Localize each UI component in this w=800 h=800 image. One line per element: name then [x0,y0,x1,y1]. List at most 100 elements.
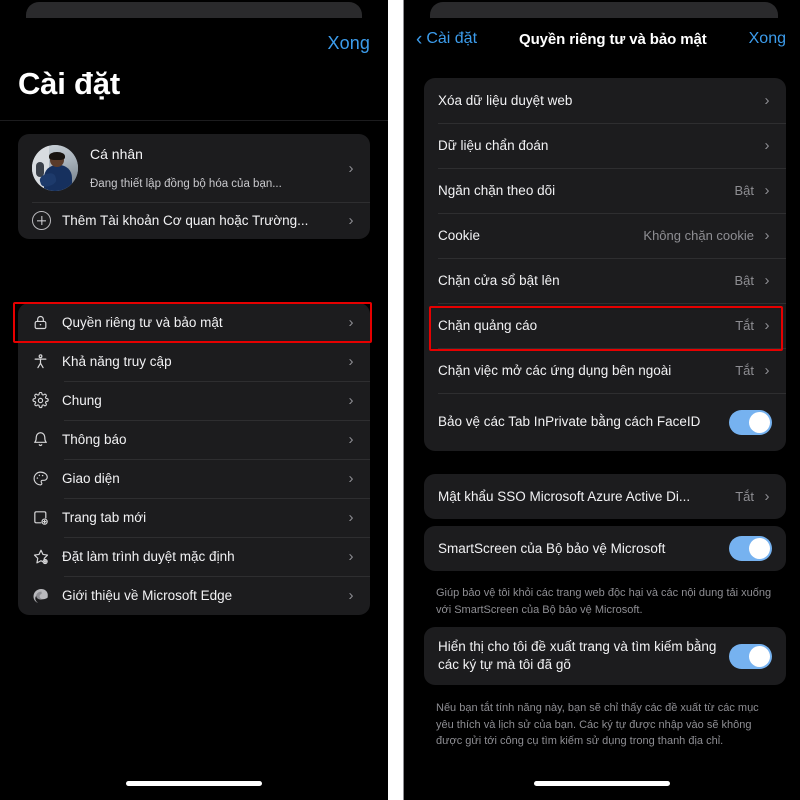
toggle-show-suggestions[interactable] [729,643,772,669]
privacy-panel: ‹ Cài đặt Quyền riêng tư và bảo mật Xong… [404,0,800,800]
nav-title: Quyền riêng tư và bảo mật [519,30,707,48]
account-row[interactable]: Cá nhân Đang thiết lập đồng bộ hóa của b… [18,134,370,202]
chevron-right-icon: › [764,317,770,334]
sidebar-item-privacy[interactable]: Quyền riêng tư và bảo mật › [18,303,370,342]
chevron-right-icon: › [348,470,354,487]
sheet-grabber-bar [430,2,778,18]
row-label: SmartScreen của Bộ bảo vệ Microsoft [438,540,666,556]
row-label: Chặn cửa sổ bật lên [438,272,560,288]
chevron-right-icon: › [348,548,354,565]
sidebar-item-accessibility[interactable]: Khả năng truy cập › [18,342,370,381]
settings-menu-card: Quyền riêng tư và bảo mật › Khả năng tru… [18,303,370,615]
privacy-group-1: Xóa dữ liệu duyệt web › Dữ liệu chẩn đoá… [424,78,786,451]
plus-circle-icon [32,211,51,230]
row-tracking-prevention[interactable]: Ngăn chặn theo dõi Bật › [424,168,786,213]
settings-panel: Xong Cài đặt Cá nhân Đang thiết lập đồng… [0,0,388,800]
sidebar-item-appearance[interactable]: Giao diện › [18,459,370,498]
row-value: Tắt [735,318,754,333]
chevron-right-icon: › [348,431,354,448]
chevron-left-icon: ‹ [416,28,423,50]
title-divider [0,120,388,121]
sidebar-item-notifications[interactable]: Thông báo › [18,420,370,459]
row-label: Chặn việc mở các ứng dụng bên ngoài [438,362,672,378]
footnote-smartscreen: Giúp bảo vệ tôi khỏi các trang web độc h… [436,587,772,616]
chevron-right-icon: › [348,314,354,331]
chevron-right-icon: › [764,137,770,154]
row-block-ads[interactable]: Chặn quảng cáo Tắt › [424,303,786,348]
chevron-right-icon: › [348,392,354,409]
back-button[interactable]: ‹ Cài đặt [416,30,477,49]
row-sso-password[interactable]: Mật khẩu SSO Microsoft Azure Active Di..… [424,474,786,519]
sidebar-item-label: Đặt làm trình duyệt mặc định [62,548,235,564]
privacy-group-4: Hiển thị cho tôi đề xuất trang và tìm ki… [424,627,786,685]
screenshot-root: Xong Cài đặt Cá nhân Đang thiết lập đồng… [0,0,800,800]
edge-logo-icon [32,587,62,605]
chevron-right-icon: › [348,212,354,229]
sidebar-item-default-browser[interactable]: Đặt làm trình duyệt mặc định › [18,537,370,576]
account-name: Cá nhân [90,146,143,162]
home-indicator [126,781,262,786]
row-value: Bật [734,183,754,198]
row-block-popups[interactable]: Chặn cửa sổ bật lên Bật › [424,258,786,303]
row-smartscreen[interactable]: SmartScreen của Bộ bảo vệ Microsoft [424,526,786,571]
toggle-protect-inprivate-faceid[interactable] [729,409,772,435]
row-label: Ngăn chặn theo dõi [438,182,556,198]
sidebar-item-label: Trang tab mới [62,509,147,525]
chevron-right-icon: › [764,362,770,379]
account-card: Cá nhân Đang thiết lập đồng bộ hóa của b… [18,134,370,239]
panel-separator [388,0,404,800]
gear-icon [32,392,62,409]
account-text: Cá nhân Đang thiết lập đồng bộ hóa của b… [78,146,346,190]
bell-icon [32,431,62,448]
row-cookie[interactable]: Cookie Không chặn cookie › [424,213,786,258]
sidebar-item-label: Khả năng truy cập [62,353,172,369]
avatar [32,145,78,191]
row-show-suggestions[interactable]: Hiển thị cho tôi đề xuất trang và tìm ki… [424,627,786,685]
sidebar-item-new-tab-page[interactable]: Trang tab mới › [18,498,370,537]
right-navigation-bar: ‹ Cài đặt Quyền riêng tư và bảo mật Xong [404,22,800,56]
chevron-right-icon: › [348,509,354,526]
done-button[interactable]: Xong [328,33,370,54]
row-label: Xóa dữ liệu duyệt web [438,92,573,108]
done-button[interactable]: Xong [749,30,786,48]
sheet-grabber-bar [26,2,362,18]
back-label: Cài đặt [426,30,478,47]
row-label: Chặn quảng cáo [438,317,538,333]
sidebar-item-label: Quyền riêng tư và bảo mật [62,314,223,330]
sidebar-item-label: Giao diện [62,470,120,486]
row-value: Tắt [735,489,754,504]
chevron-right-icon: › [348,587,354,604]
sidebar-item-general[interactable]: Chung › [18,381,370,420]
add-account-label: Thêm Tài khoản Cơ quan hoặc Trường... [62,213,309,228]
chevron-right-icon: › [764,182,770,199]
toggle-smartscreen[interactable] [729,536,772,561]
row-value: Không chặn cookie [643,228,754,243]
add-account-row[interactable]: Thêm Tài khoản Cơ quan hoặc Trường... › [18,202,370,239]
row-clear-browsing-data[interactable]: Xóa dữ liệu duyệt web › [424,78,786,123]
chevron-right-icon: › [348,159,354,177]
row-label: Cookie [438,227,481,243]
account-subtitle: Đang thiết lập đồng bộ hóa của bạn... [90,178,282,190]
palette-icon [32,470,62,487]
sidebar-item-label: Chung [62,392,102,408]
row-diagnostic-data[interactable]: Dữ liệu chẩn đoán › [424,123,786,168]
chevron-right-icon: › [348,353,354,370]
row-label: Bảo vệ các Tab InPrivate bằng cách FaceI… [438,414,701,430]
accessibility-icon [32,353,62,370]
star-gear-icon [32,548,62,566]
privacy-group-3: SmartScreen của Bộ bảo vệ Microsoft [424,526,786,571]
row-protect-inprivate-faceid[interactable]: Bảo vệ các Tab InPrivate bằng cách FaceI… [424,393,786,451]
sidebar-item-label: Giới thiệu về Microsoft Edge [62,587,233,603]
row-value: Tắt [735,363,754,378]
chevron-right-icon: › [764,227,770,244]
row-label: Dữ liệu chẩn đoán [438,137,549,153]
sidebar-item-label: Thông báo [62,431,127,447]
row-label: Hiển thị cho tôi đề xuất trang và tìm ki… [438,639,717,672]
row-block-external-apps[interactable]: Chặn việc mở các ứng dụng bên ngoài Tắt … [424,348,786,393]
chevron-right-icon: › [764,92,770,109]
sidebar-item-about-edge[interactable]: Giới thiệu về Microsoft Edge › [18,576,370,615]
row-value: Bật [734,273,754,288]
row-label: Mật khẩu SSO Microsoft Azure Active Di..… [438,488,691,504]
home-indicator [534,781,670,786]
lock-icon [32,314,62,331]
